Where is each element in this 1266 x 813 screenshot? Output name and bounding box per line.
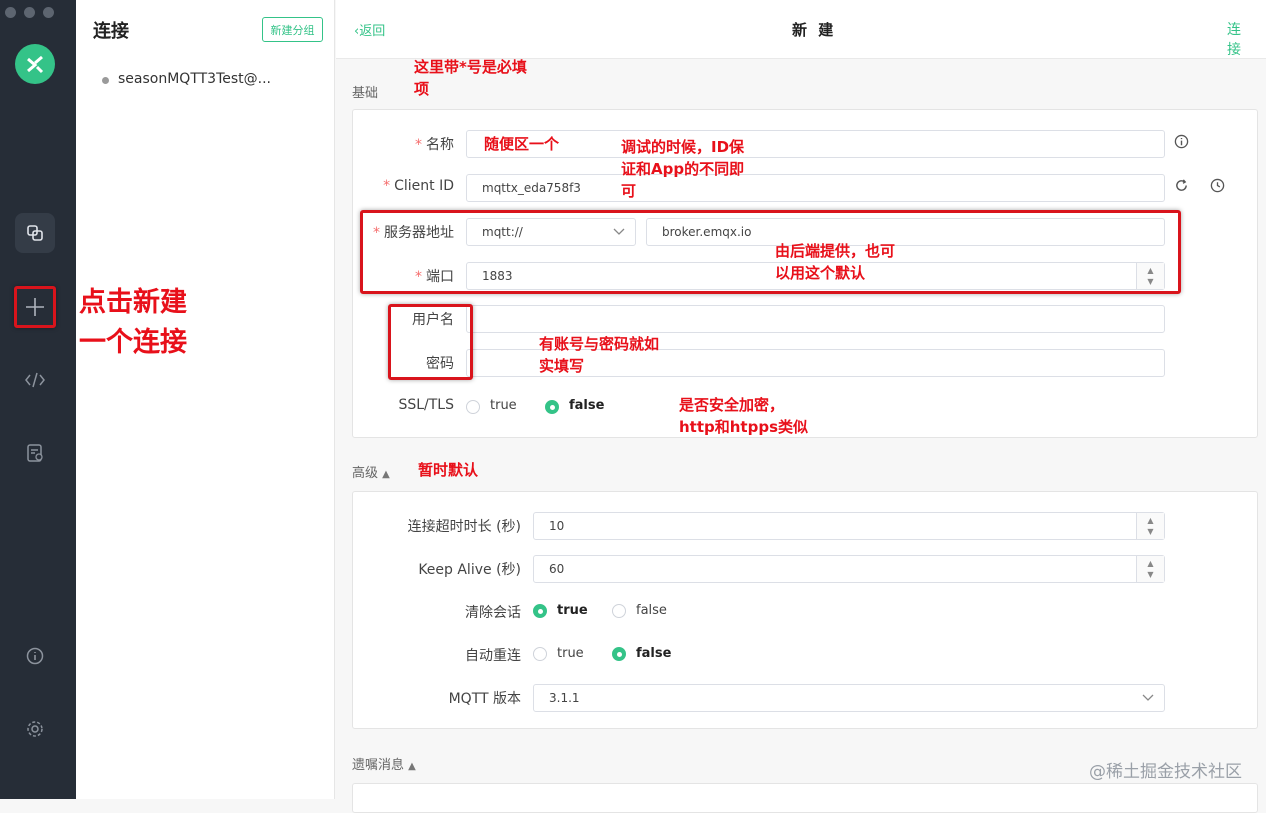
advanced-section-toggle[interactable]: 高级 ▲ <box>352 462 390 481</box>
settings-nav-button[interactable] <box>15 709 55 749</box>
annotation-box-new-connection <box>14 286 56 328</box>
keepalive-stepper[interactable]: ▲ ▼ <box>1136 556 1164 582</box>
required-mark: * <box>415 137 422 153</box>
name-input[interactable] <box>466 130 1165 158</box>
info-icon <box>26 647 44 665</box>
copy-icon <box>27 225 43 241</box>
ssl-true-label[interactable]: true <box>490 398 517 413</box>
clean-true-label[interactable]: true <box>557 603 588 618</box>
name-info-button[interactable] <box>1174 134 1189 153</box>
reconnect-true-label[interactable]: true <box>557 646 584 661</box>
keepalive-label: Keep Alive (秒) <box>418 562 521 578</box>
chevron-up-icon: ▲ <box>1147 516 1154 525</box>
log-nav-button[interactable] <box>15 433 55 473</box>
reconnect-false-radio[interactable] <box>612 647 626 661</box>
ssl-label: SSL/TLS <box>398 397 454 413</box>
annotation-advanced-note: 暂时默认 <box>418 461 479 479</box>
annotation-box-account <box>388 304 473 380</box>
ssl-false-radio[interactable] <box>545 400 559 414</box>
timeout-label: 连接超时时长 (秒) <box>407 519 521 535</box>
basic-section-label: 基础 <box>352 86 379 101</box>
about-nav-button[interactable] <box>15 636 55 676</box>
refresh-client-id-button[interactable] <box>1174 178 1189 197</box>
page-title: 新 建 <box>792 21 837 39</box>
reconnect-false-label[interactable]: false <box>636 646 671 661</box>
info-icon <box>1174 134 1189 149</box>
back-label: 返回 <box>359 24 386 39</box>
annotation-required-note: 这里带*号是必填项 <box>414 58 527 98</box>
window-minimize-button[interactable] <box>24 7 35 18</box>
chevron-up-icon: ▲ <box>1147 559 1154 568</box>
chevron-down-icon: ▼ <box>1147 527 1154 536</box>
log-icon <box>27 444 43 462</box>
mqtt-version-label: MQTT 版本 <box>448 691 521 707</box>
mqtt-version-value: 3.1.1 <box>549 691 580 705</box>
required-mark: * <box>383 178 391 194</box>
clean-true-radio[interactable] <box>533 604 547 618</box>
client-id-time-button[interactable] <box>1210 178 1225 197</box>
connect-button[interactable]: 连 接 <box>1227 19 1266 59</box>
clean-session-label: 清除会话 <box>465 605 521 621</box>
annotation-account-note: 有账号与密码就如 实填写 <box>539 335 660 375</box>
annotation-box-server <box>360 210 1181 294</box>
keepalive-input[interactable]: 60 ▲ ▼ <box>533 555 1165 583</box>
clean-false-radio[interactable] <box>612 604 626 618</box>
window-maximize-button[interactable] <box>43 7 54 18</box>
annotation-ssl-note: 是否安全加密， http和htpps类似 <box>679 396 809 436</box>
script-nav-button[interactable] <box>15 360 55 400</box>
will-card <box>352 783 1258 813</box>
connection-list-panel <box>76 0 335 799</box>
annotation-new-connection-note: 点击新建 一个连接 <box>79 287 187 358</box>
will-section-toggle[interactable]: 遗嘱消息 ▲ <box>352 754 416 773</box>
reconnect-label: 自动重连 <box>465 648 521 664</box>
client-id-input[interactable]: mqttx_eda758f3 <box>466 174 1165 202</box>
caret-up-icon: ▲ <box>408 761 416 772</box>
connection-list-title: 连接 <box>93 21 129 42</box>
ssl-false-label[interactable]: false <box>569 398 604 413</box>
timeout-stepper[interactable]: ▲ ▼ <box>1136 513 1164 539</box>
timeout-value: 10 <box>549 519 565 533</box>
ssl-true-radio[interactable] <box>466 400 480 414</box>
clock-icon <box>1210 178 1225 193</box>
chevron-down-icon: ▼ <box>1147 570 1154 579</box>
mqttx-logo-icon <box>27 55 44 74</box>
refresh-icon <box>1176 179 1187 191</box>
back-button[interactable]: ‹返回 <box>354 20 385 39</box>
client-id-label: * Client ID <box>383 178 454 194</box>
window-close-button[interactable] <box>5 7 16 18</box>
keepalive-value: 60 <box>549 562 565 576</box>
caret-up-icon: ▲ <box>382 469 390 480</box>
annotation-clientid-note: 调试的时候，ID保 证和App的不同即可 <box>621 138 745 200</box>
code-icon <box>25 372 45 388</box>
annotation-server-note: 由后端提供，也可 以用这个默认 <box>775 242 896 282</box>
username-input[interactable] <box>466 305 1165 333</box>
name-label: * 名称 <box>415 137 454 153</box>
gear-icon <box>27 721 43 737</box>
reconnect-true-radio[interactable] <box>533 647 547 661</box>
connection-list-item[interactable]: seasonMQTT3Test@... <box>118 71 271 87</box>
annotation-name-note: 随便区一个 <box>484 135 560 153</box>
connections-nav-button[interactable] <box>15 213 55 253</box>
connection-status-dot <box>102 77 109 84</box>
app-logo <box>15 44 55 84</box>
new-group-button[interactable]: 新建分组 <box>262 17 323 42</box>
timeout-input[interactable]: 10 ▲ ▼ <box>533 512 1165 540</box>
mqtt-version-select[interactable]: 3.1.1 <box>533 684 1165 712</box>
clean-false-label[interactable]: false <box>636 603 667 618</box>
watermark: @稀土掘金技术社区 <box>1089 762 1242 782</box>
chevron-down-icon <box>1142 694 1154 701</box>
